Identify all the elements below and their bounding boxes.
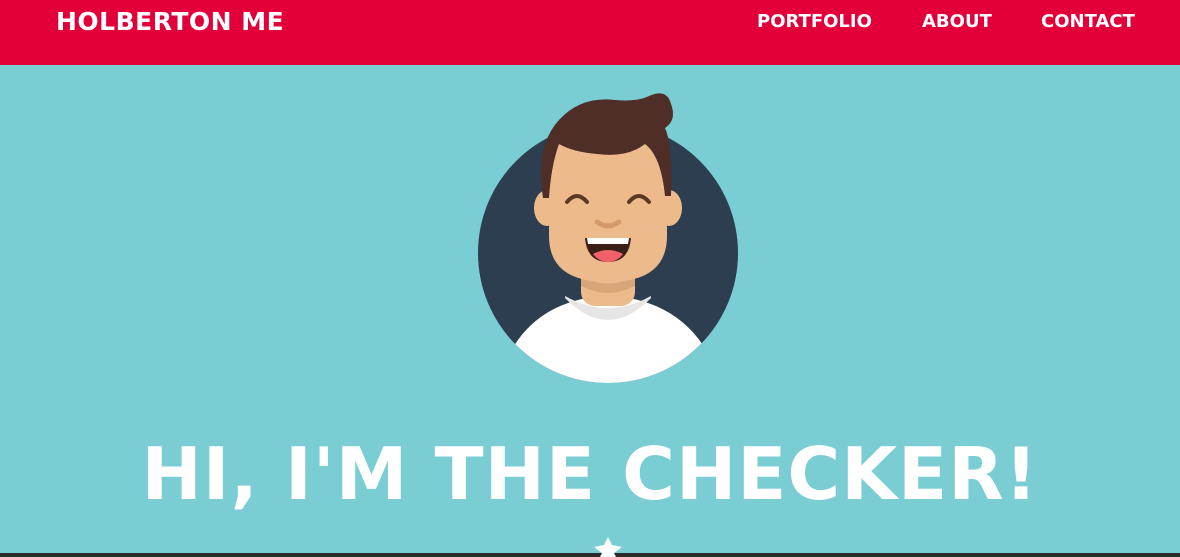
brand-link[interactable]: HOLBERTON ME [56,8,284,36]
page: HOLBERTON ME PORTFOLIO ABOUT CONTACT HI,… [0,0,1180,557]
avatar-icon [478,93,738,383]
hero-title: HI, I'M THE CHECKER! [141,432,1039,516]
nav-link-portfolio[interactable]: PORTFOLIO [757,12,872,32]
navbar: HOLBERTON ME PORTFOLIO ABOUT CONTACT [0,0,1180,65]
nav-link-about[interactable]: ABOUT [922,12,992,32]
nav-link-contact[interactable]: CONTACT [1041,12,1135,32]
star-icon [594,537,622,557]
